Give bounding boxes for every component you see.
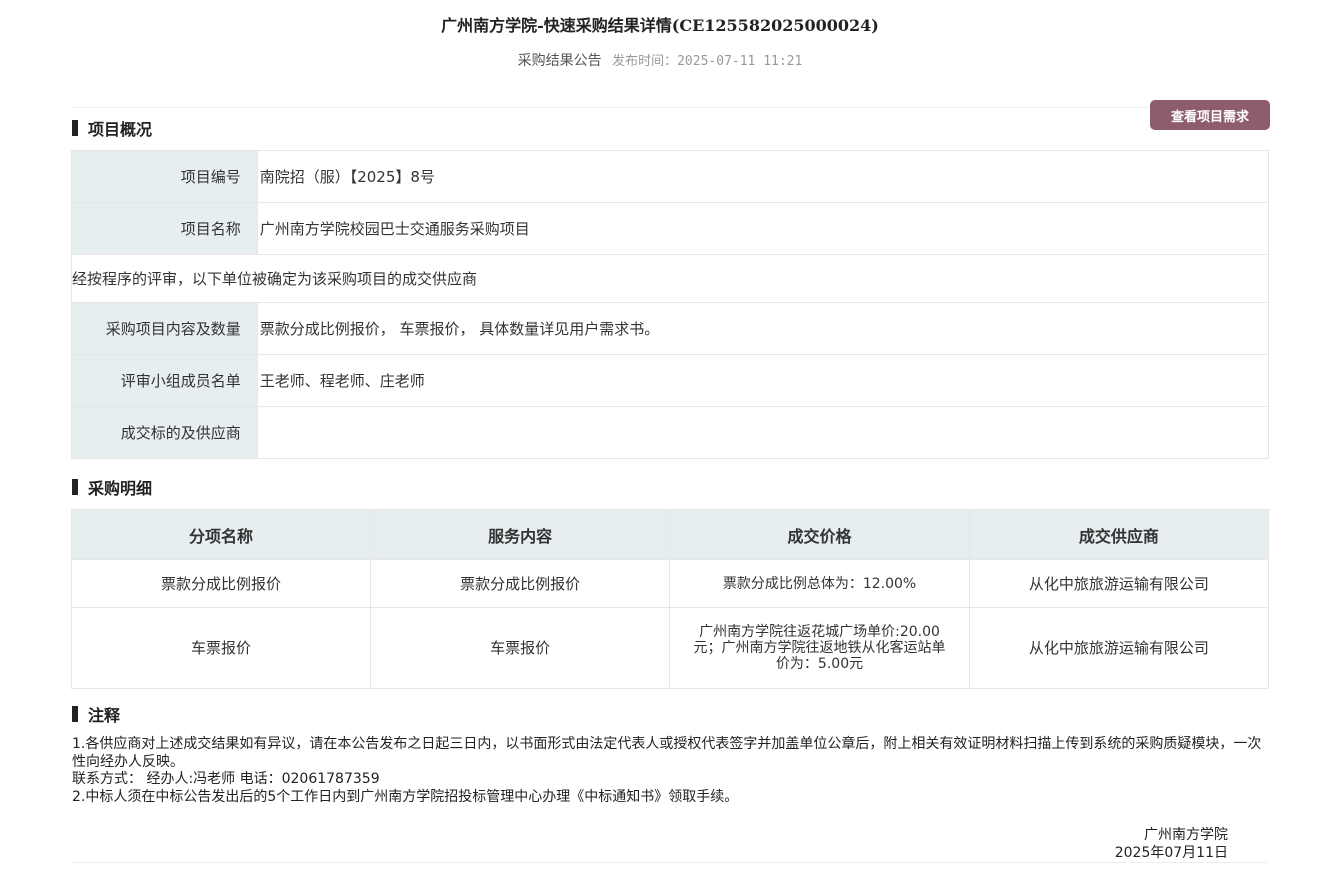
overview-table: 项目编号 南院招（服）【2025】8号 项目名称 广州南方学院校园巴士交通服务采… <box>71 150 1270 459</box>
deal-supplier: 从化中旅旅游运输有限公司 <box>968 607 1270 689</box>
deal-price: 广州南方学院往返花城广场单价:20.00元；广州南方学院往返地铁从化客运站单价为… <box>669 607 970 689</box>
divider <box>72 107 1148 108</box>
section-notes-heading: 注释 <box>72 702 120 726</box>
deal-supplier: 从化中旅旅游运输有限公司 <box>968 559 1270 608</box>
table-row: 项目名称 广州南方学院校园巴士交通服务采购项目 <box>71 202 1270 255</box>
project-name: 广州南方学院校园巴士交通服务采购项目 <box>256 202 1270 255</box>
table-row: 经按程序的评审，以下单位被确定为该采购项目的成交供应商 <box>71 254 1269 303</box>
table-row: 项目编号 南院招（服）【2025】8号 <box>71 150 1270 203</box>
procurement-content: 票款分成比例报价， 车票报价， 具体数量详见用户需求书。 <box>256 302 1270 355</box>
view-requirements-button[interactable]: 查看项目需求 <box>1150 100 1270 130</box>
result-statement: 经按程序的评审，以下单位被确定为该采购项目的成交供应商 <box>71 254 1269 303</box>
section-title: 采购明细 <box>88 479 153 498</box>
section-overview-heading: 项目概况 <box>72 116 152 140</box>
field-label: 项目编号 <box>71 150 258 203</box>
section-marker <box>72 706 78 722</box>
item-name: 票款分成比例报价 <box>70 559 372 608</box>
table-row: 采购项目内容及数量 票款分成比例报价， 车票报价， 具体数量详见用户需求书。 <box>71 302 1270 355</box>
field-label: 评审小组成员名单 <box>71 354 258 407</box>
item-name: 车票报价 <box>70 607 372 689</box>
field-label: 成交标的及供应商 <box>71 406 258 459</box>
table-row: 票款分成比例报价 票款分成比例报价 票款分成比例总体为：12.00% 从化中旅旅… <box>70 559 1270 608</box>
table-row: 评审小组成员名单 王老师、程老师、庄老师 <box>71 354 1270 407</box>
table-header-row: 分项名称 服务内容 成交价格 成交供应商 <box>70 509 1270 560</box>
section-detail-heading: 采购明细 <box>72 475 152 499</box>
note-notice-collection: 2.中标人须在中标公告发出后的5个工作日内到广州南方学院招投标管理中心办理《中标… <box>72 788 739 805</box>
section-marker <box>72 479 78 495</box>
signature-block: 广州南方学院 2025年07月11日 <box>1115 826 1228 862</box>
review-panel: 王老师、程老师、庄老师 <box>256 354 1270 407</box>
note-objection: 1.各供应商对上述成交结果如有异议，请在本公告发布之日起三日内，以书面形式由法定… <box>72 736 1262 770</box>
field-label: 项目名称 <box>71 202 258 255</box>
procurement-detail-table: 分项名称 服务内容 成交价格 成交供应商 票款分成比例报价 票款分成比例报价 票… <box>70 509 1270 689</box>
column-header: 分项名称 <box>70 509 372 560</box>
signature-org: 广州南方学院 <box>1144 827 1228 843</box>
announcement-type: 采购结果公告 <box>517 53 602 69</box>
service-content: 车票报价 <box>370 607 671 689</box>
project-number: 南院招（服）【2025】8号 <box>256 150 1270 203</box>
section-marker <box>72 120 78 136</box>
winning-supplier <box>256 406 1270 459</box>
page-title: 广州南方学院-快速采购结果详情(CE125582025000024) <box>441 16 879 35</box>
signature-date: 2025年07月11日 <box>1114 845 1228 861</box>
table-row: 车票报价 车票报价 广州南方学院往返花城广场单价:20.00元；广州南方学院往返… <box>70 607 1270 689</box>
field-label: 采购项目内容及数量 <box>71 302 258 355</box>
section-title: 项目概况 <box>88 120 153 139</box>
column-header: 成交供应商 <box>968 509 1270 560</box>
column-header: 服务内容 <box>370 509 671 560</box>
section-title: 注释 <box>88 706 121 725</box>
divider <box>72 862 1268 863</box>
publish-time: 发布时间：2025-07-11 11:21 <box>612 54 803 69</box>
deal-price: 票款分成比例总体为：12.00% <box>669 559 970 608</box>
service-content: 票款分成比例报价 <box>370 559 671 608</box>
notes-body: 1.各供应商对上述成交结果如有异议，请在本公告发布之日起三日内，以书面形式由法定… <box>72 736 1272 806</box>
note-contact: 联系方式： 经办人:冯老师 电话：02061787359 <box>72 771 380 787</box>
table-row: 成交标的及供应商 <box>71 406 1270 459</box>
page-subtitle: 采购结果公告 发布时间：2025-07-11 11:21 <box>0 50 1320 70</box>
column-header: 成交价格 <box>669 509 970 560</box>
